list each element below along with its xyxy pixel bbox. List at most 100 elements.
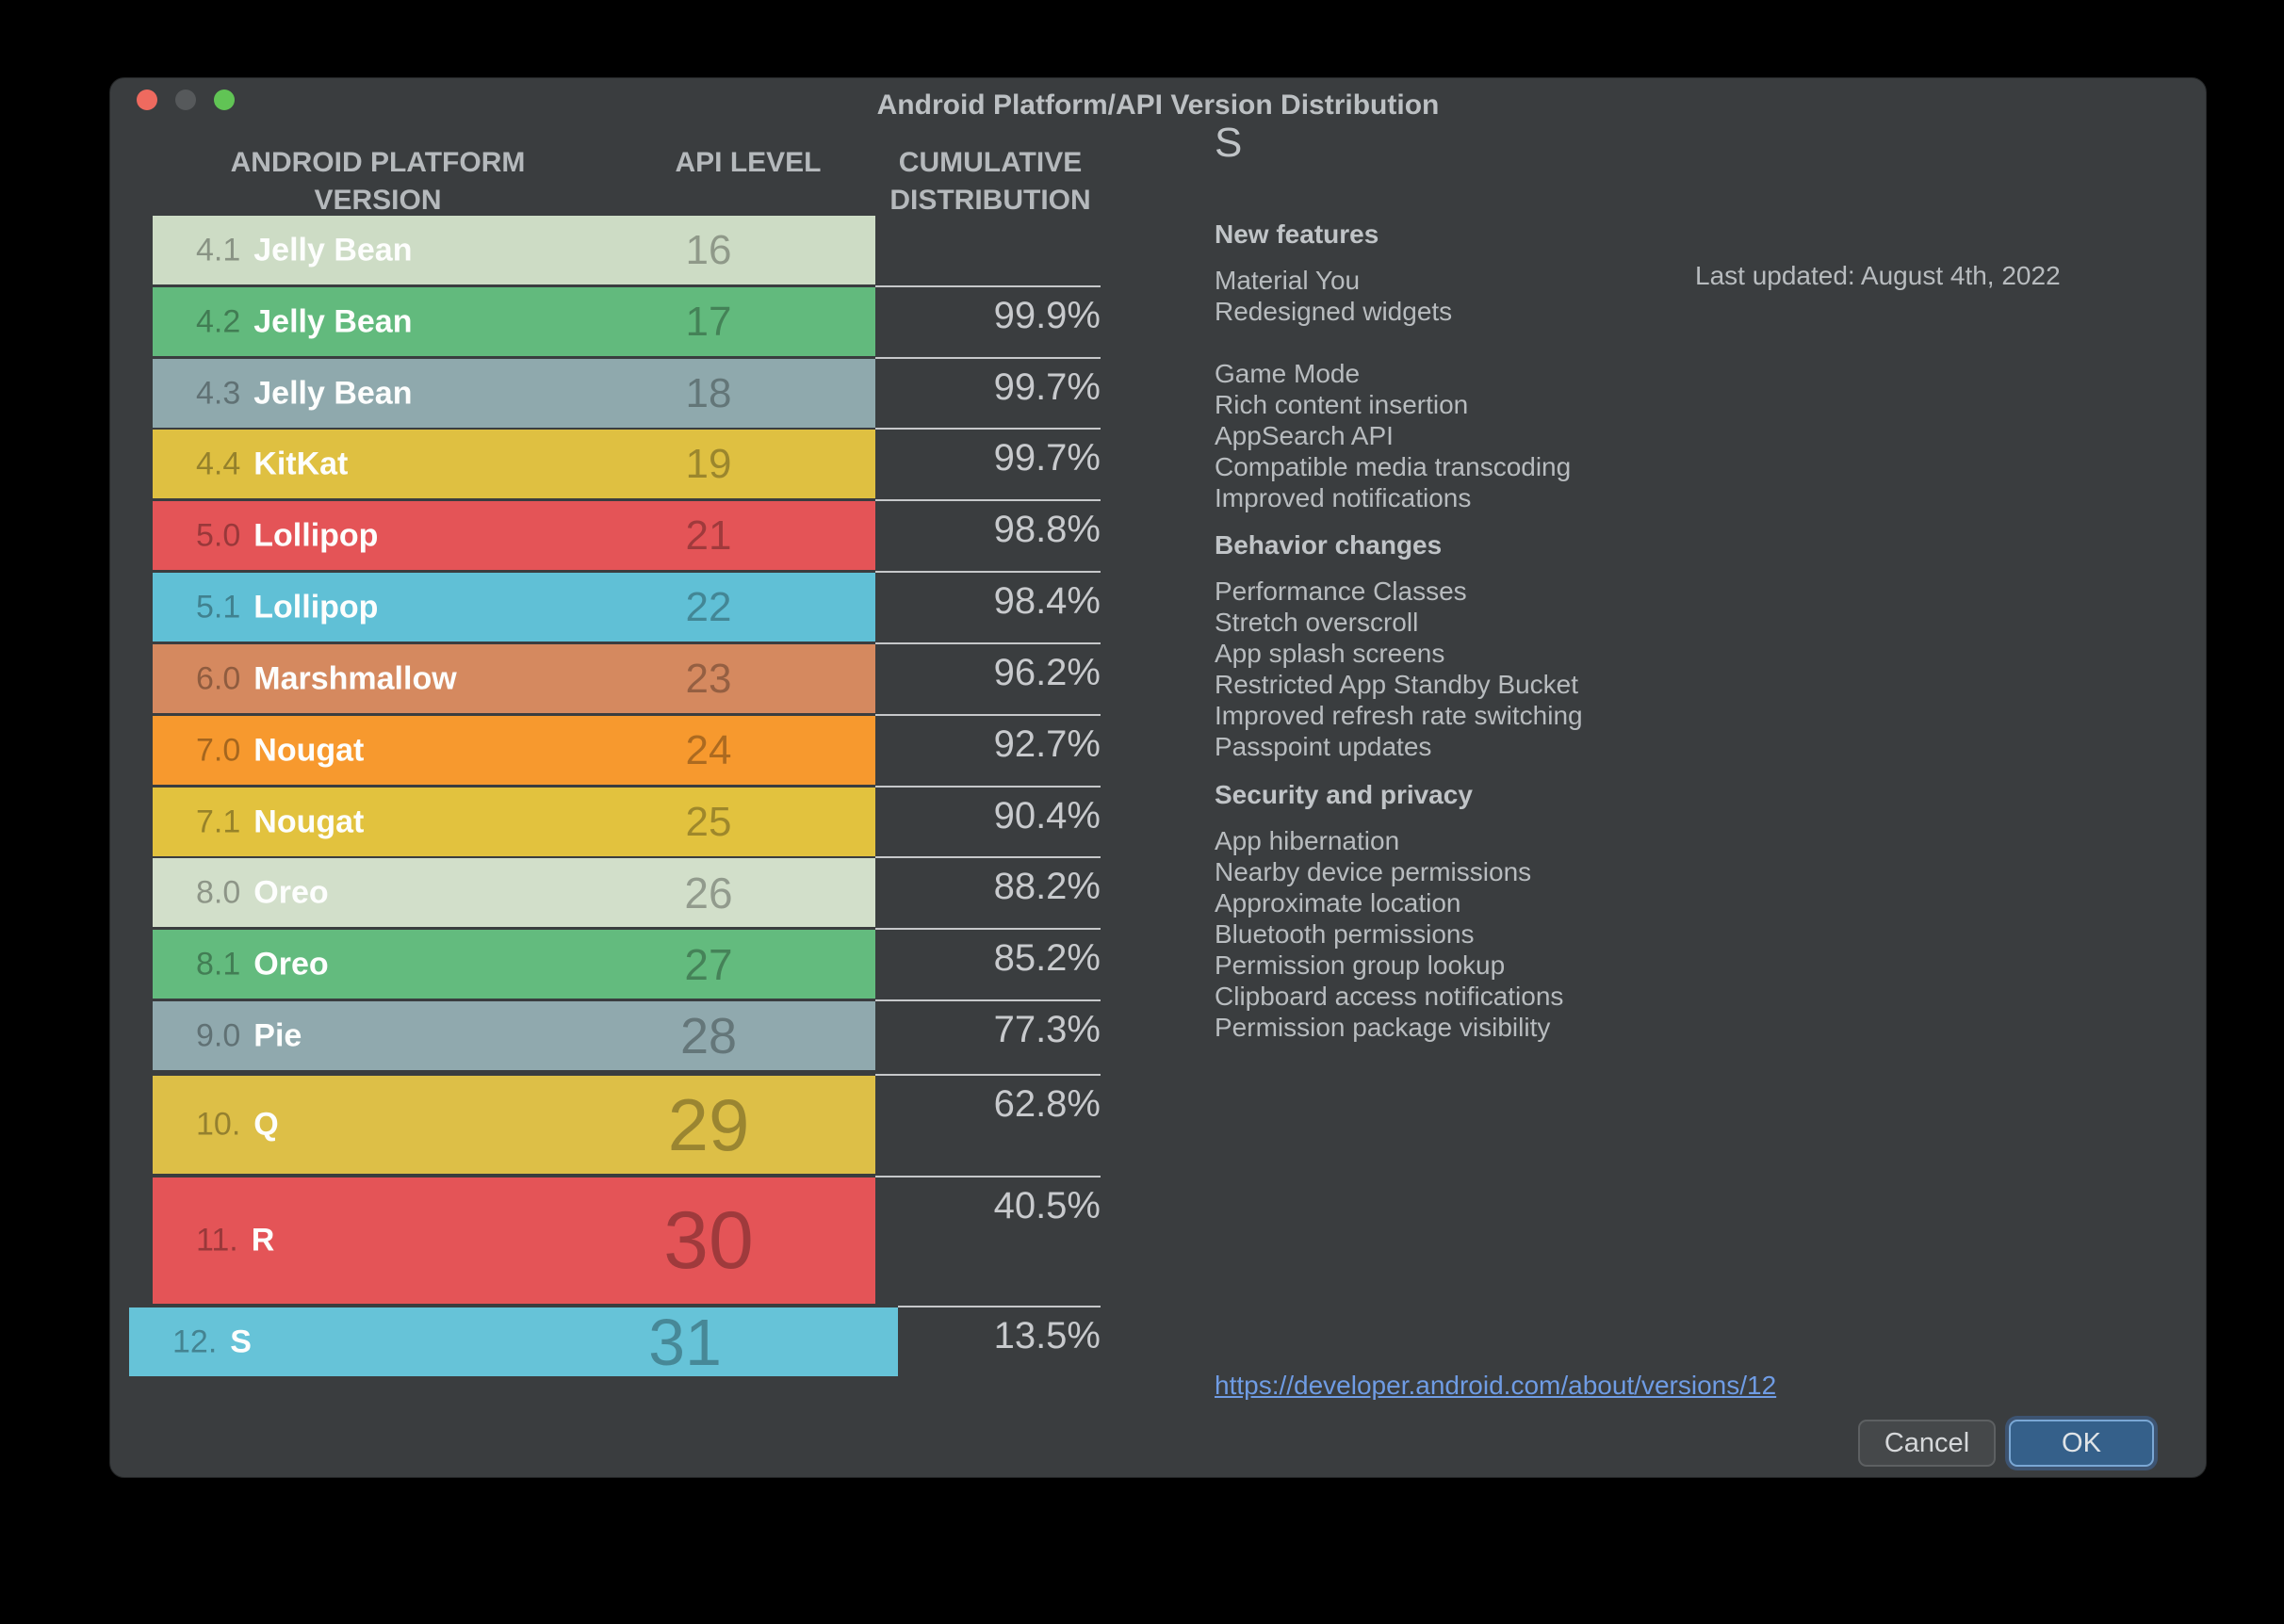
- section-title: Security and privacy: [1215, 780, 1931, 810]
- row-version-prefix: 12.: [172, 1324, 217, 1359]
- row-version-name: Nougat: [253, 732, 364, 768]
- distribution-value: 92.7%: [903, 723, 1101, 766]
- row-version-prefix: 4.1: [196, 232, 240, 268]
- distribution-separator: [875, 1176, 1101, 1177]
- row-version-label: 6.0 Marshmallow: [196, 660, 457, 697]
- platform-row[interactable]: 8.0 Oreo 26: [153, 858, 875, 927]
- row-version-name: Jelly Bean: [253, 303, 412, 339]
- row-api-level: 19: [581, 430, 836, 498]
- section-title: New features: [1215, 219, 1931, 250]
- platform-row[interactable]: 7.1Nougat25: [153, 788, 875, 856]
- section-items: Material You Redesigned widgets Game Mod…: [1215, 265, 1931, 513]
- platform-row[interactable]: 4.1Jelly Bean 16: [153, 216, 875, 284]
- distribution-value: 99.7%: [903, 366, 1101, 409]
- row-version-label: 7.0 Nougat: [196, 732, 364, 769]
- platform-row[interactable]: 6.0 Marshmallow 23: [153, 644, 875, 713]
- distribution-separator: [875, 499, 1101, 501]
- row-version-label: 11. R: [196, 1223, 274, 1259]
- row-version-prefix: 10.: [196, 1107, 240, 1143]
- row-version-prefix: 7.1: [196, 804, 240, 839]
- distribution-separator: [875, 999, 1101, 1001]
- ok-button[interactable]: OK: [2009, 1420, 2154, 1467]
- platform-row[interactable]: 4.2 Jelly Bean 17: [153, 287, 875, 356]
- row-version-label: 4.4 KitKat: [196, 446, 348, 482]
- row-version-name: Q: [253, 1107, 278, 1143]
- versions-link[interactable]: https://developer.android.com/about/vers…: [1215, 1371, 1776, 1401]
- section-new-features: New features Material You Redesigned wid…: [1215, 219, 1931, 513]
- row-version-label: 10. Q: [196, 1107, 279, 1144]
- platform-row[interactable]: 12. S 31: [129, 1307, 898, 1376]
- row-api-level: 28: [581, 1001, 836, 1070]
- row-version-name: Marshmallow: [253, 660, 456, 696]
- row-version-name: R: [252, 1223, 275, 1259]
- distribution-separator: [898, 1306, 1101, 1307]
- row-api-level: 29: [581, 1076, 836, 1174]
- distribution-value: 88.2%: [903, 866, 1101, 908]
- row-version-label: 4.2 Jelly Bean: [196, 303, 412, 340]
- row-version-name: Jelly Bean: [253, 375, 412, 411]
- row-api-level: 23: [581, 644, 836, 713]
- row-version-prefix: 4.3: [196, 375, 240, 411]
- row-version-prefix: 5.1: [196, 589, 240, 625]
- row-version-prefix: 4.4: [196, 446, 240, 481]
- platform-row[interactable]: 10. Q 29: [153, 1076, 875, 1174]
- row-version-label: 8.1Oreo: [196, 946, 329, 983]
- platform-row[interactable]: 5.0 Lollipop 21: [153, 501, 875, 570]
- platform-row[interactable]: 4.3 Jelly Bean 18: [153, 359, 875, 428]
- distribution-separator: [875, 285, 1101, 287]
- section-behavior-changes: Behavior changes Performance Classes Str…: [1215, 530, 1931, 762]
- distribution-value: 98.8%: [903, 509, 1101, 551]
- details-heading: S: [1215, 120, 1242, 167]
- row-version-prefix: 4.2: [196, 303, 240, 339]
- platform-row[interactable]: 9.0Pie 28: [153, 1001, 875, 1070]
- distribution-value: 77.3%: [903, 1009, 1101, 1051]
- distribution-value: 13.5%: [903, 1315, 1101, 1357]
- row-api-level: 17: [581, 287, 836, 356]
- distribution-value: 40.5%: [903, 1185, 1101, 1227]
- row-version-name: Oreo: [253, 874, 328, 910]
- row-version-label: 4.1Jelly Bean: [196, 232, 412, 268]
- row-api-level: 31: [558, 1307, 812, 1376]
- section-security-privacy: Security and privacy App hibernation Nea…: [1215, 780, 1931, 1043]
- distribution-value: 85.2%: [903, 937, 1101, 980]
- row-api-level: 30: [581, 1177, 836, 1304]
- row-version-name: Lollipop: [253, 517, 378, 553]
- row-version-prefix: 7.0: [196, 732, 240, 768]
- platform-row[interactable]: 4.4 KitKat 19: [153, 430, 875, 498]
- distribution-value: 90.4%: [903, 795, 1101, 837]
- row-api-level: 24: [581, 716, 836, 785]
- row-version-name: KitKat: [253, 446, 348, 481]
- platform-row[interactable]: 8.1Oreo 27: [153, 930, 875, 999]
- row-api-level: 16: [581, 216, 836, 284]
- row-version-name: S: [230, 1324, 252, 1359]
- platform-row[interactable]: 7.0 Nougat 24: [153, 716, 875, 785]
- row-version-label: 12. S: [172, 1324, 252, 1360]
- row-api-level: 21: [581, 501, 836, 570]
- row-version-prefix: 5.0: [196, 517, 240, 553]
- row-version-name: Pie: [253, 1017, 302, 1053]
- distribution-separator: [875, 714, 1101, 716]
- cancel-button[interactable]: Cancel: [1858, 1420, 1996, 1467]
- row-api-level: 18: [581, 359, 836, 428]
- row-version-prefix: 11.: [196, 1223, 238, 1259]
- distribution-separator: [875, 1074, 1101, 1076]
- distribution-value: 99.9%: [903, 295, 1101, 337]
- dialog-window: Android Platform/API Version Distributio…: [109, 77, 2207, 1478]
- platform-row[interactable]: 11. R 30: [153, 1177, 875, 1304]
- row-version-label: 5.0 Lollipop: [196, 517, 378, 554]
- row-version-label: 8.0 Oreo: [196, 874, 329, 911]
- distribution-value: 99.7%: [903, 437, 1101, 479]
- distribution-separator: [875, 856, 1101, 858]
- distribution-separator: [875, 571, 1101, 573]
- row-api-level: 27: [581, 930, 836, 999]
- distribution-value: 96.2%: [903, 652, 1101, 694]
- platform-row[interactable]: 5.1Lollipop22: [153, 573, 875, 641]
- row-version-label: 9.0Pie: [196, 1017, 302, 1054]
- row-version-name: Nougat: [253, 804, 364, 839]
- section-title: Behavior changes: [1215, 530, 1931, 560]
- row-version-prefix: 8.1: [196, 946, 240, 982]
- row-version-prefix: 8.0: [196, 874, 240, 910]
- row-api-level: 26: [581, 858, 836, 927]
- row-version-prefix: 6.0: [196, 660, 240, 696]
- row-version-label: 7.1 Nougat: [196, 804, 364, 840]
